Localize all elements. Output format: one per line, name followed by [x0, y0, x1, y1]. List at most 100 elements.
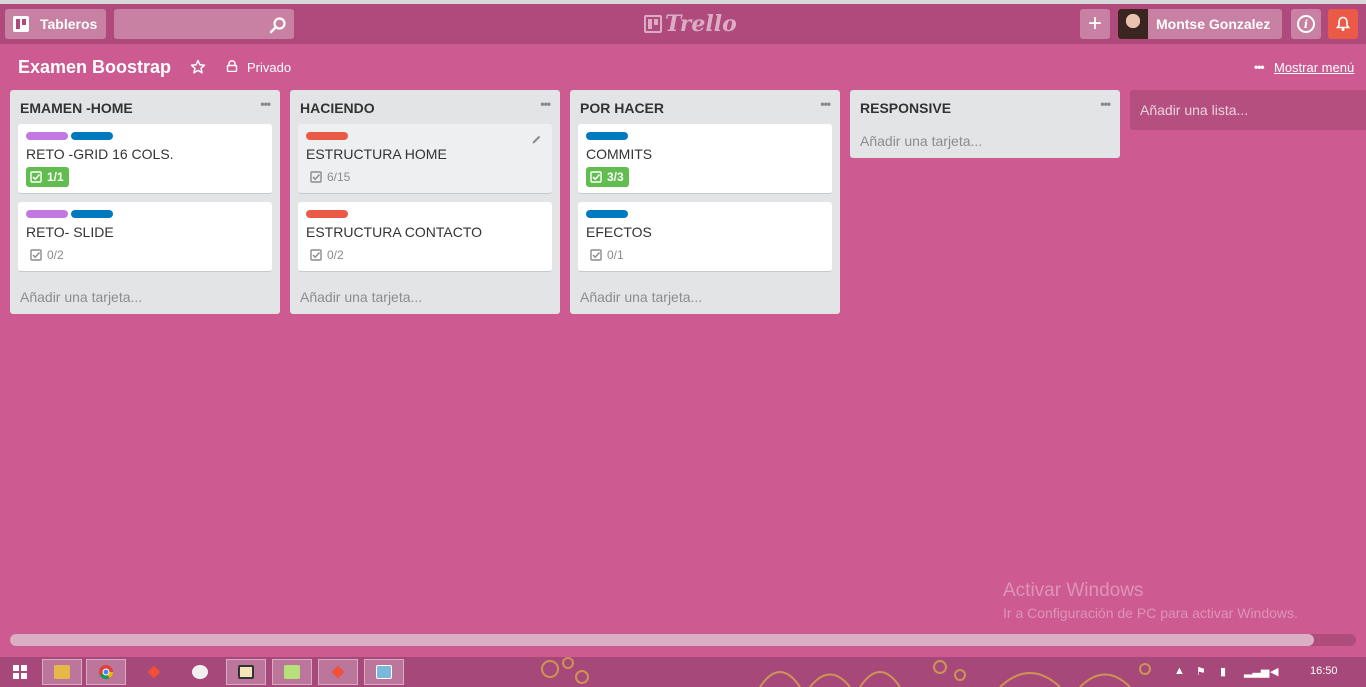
- window-icon: [376, 665, 392, 679]
- activation-watermark-title: Activar Windows: [1003, 580, 1144, 601]
- card-title: COMMITS: [586, 146, 653, 162]
- card-label-red: [306, 210, 348, 218]
- list-title[interactable]: EMAMEN -HOME: [20, 100, 133, 116]
- notes-icon: [284, 665, 300, 679]
- git-icon: [147, 665, 161, 679]
- add-list-button[interactable]: Añadir una lista...: [1130, 90, 1366, 130]
- taskbar-chrome[interactable]: [86, 659, 126, 685]
- boards-button-label: Tableros: [40, 16, 98, 32]
- board-title[interactable]: Examen Boostrap: [18, 57, 171, 78]
- card-label-blue: [586, 210, 628, 218]
- start-button[interactable]: [0, 659, 40, 685]
- folder-icon: [54, 665, 70, 679]
- card-reto-grid[interactable]: RETO -GRID 16 COLS. 1/1: [18, 124, 272, 194]
- card-efectos[interactable]: EFECTOS 0/1: [578, 202, 832, 272]
- terminal-icon: [238, 665, 254, 679]
- list-title[interactable]: HACIENDO: [300, 100, 375, 116]
- show-menu-link[interactable]: Mostrar menú: [1274, 60, 1354, 75]
- card-label-blue: [586, 132, 628, 140]
- chrome-icon: [99, 665, 114, 680]
- tray-arrow-icon[interactable]: ▲: [1174, 665, 1185, 677]
- card-title: EFECTOS: [586, 224, 652, 240]
- checklist-count: 3/3: [607, 170, 624, 184]
- card-labels: [586, 210, 628, 218]
- list-emamen-home[interactable]: EMAMEN -HOME ••• RETO -GRID 16 COLS. 1/1…: [10, 90, 280, 314]
- taskbar-explorer[interactable]: [42, 659, 82, 685]
- windows-icon: [13, 665, 27, 679]
- checklist-icon: [310, 171, 322, 183]
- battery-icon[interactable]: ▮: [1220, 665, 1226, 678]
- flag-icon[interactable]: ⚑: [1196, 665, 1206, 678]
- top-header: Tableros Trello + Montse Gonzalez i: [0, 4, 1366, 44]
- checklist-badge: 3/3: [586, 167, 629, 187]
- checklist-count: 6/15: [327, 170, 351, 184]
- list-responsive[interactable]: RESPONSIVE ••• Añadir una tarjeta...: [850, 90, 1120, 158]
- list-por-hacer[interactable]: POR HACER ••• COMMITS 3/3 EFECTOS 0/1 Añ…: [570, 90, 840, 314]
- git-gui-icon: [331, 665, 345, 679]
- checklist-badge: 6/15: [306, 167, 355, 187]
- lock-icon: [226, 60, 238, 72]
- card-estructura-contacto[interactable]: ESTRUCTURA CONTACTO 0/2: [298, 202, 552, 272]
- boards-icon: [13, 16, 29, 32]
- visibility-button[interactable]: Privado: [247, 60, 291, 75]
- list-menu-icon[interactable]: •••: [1100, 97, 1111, 111]
- checklist-icon: [30, 171, 42, 183]
- list-haciendo[interactable]: HACIENDO ••• ESTRUCTURA HOME 6/15 ESTRUC…: [290, 90, 560, 314]
- notifications-button[interactable]: [1328, 9, 1358, 39]
- search-input[interactable]: [114, 9, 294, 39]
- taskbar-terminal[interactable]: [226, 659, 266, 685]
- star-icon[interactable]: [190, 59, 206, 75]
- taskbar-paint[interactable]: [180, 659, 220, 685]
- card-labels: [306, 132, 348, 140]
- card-label-blue: [71, 210, 113, 218]
- list-menu-icon[interactable]: •••: [820, 97, 831, 111]
- windows-taskbar: [0, 657, 1366, 687]
- list-menu-icon[interactable]: •••: [260, 97, 271, 111]
- user-name: Montse Gonzalez: [1156, 16, 1271, 32]
- bell-icon: [1335, 16, 1351, 31]
- list-title[interactable]: POR HACER: [580, 100, 664, 116]
- card-estructura-home[interactable]: ESTRUCTURA HOME 6/15: [298, 124, 552, 194]
- info-button[interactable]: i: [1291, 9, 1321, 39]
- search-icon[interactable]: [269, 16, 287, 34]
- card-labels: [26, 210, 113, 218]
- taskbar-window[interactable]: [364, 659, 404, 685]
- taskbar-notes[interactable]: [272, 659, 312, 685]
- trello-logo[interactable]: Trello: [644, 11, 737, 37]
- add-card-link[interactable]: Añadir una tarjeta...: [20, 289, 142, 305]
- scrollbar-thumb[interactable]: [10, 634, 1314, 646]
- trello-logo-icon: [644, 15, 662, 33]
- card-commits[interactable]: COMMITS 3/3: [578, 124, 832, 194]
- card-reto-slide[interactable]: RETO- SLIDE 0/2: [18, 202, 272, 272]
- list-menu-icon[interactable]: •••: [540, 97, 551, 111]
- checklist-badge: 0/1: [586, 245, 629, 265]
- card-labels: [306, 210, 348, 218]
- card-labels: [586, 132, 628, 140]
- card-label-blue: [71, 132, 113, 140]
- add-card-link[interactable]: Añadir una tarjeta...: [300, 289, 422, 305]
- taskbar-clock[interactable]: 16:50: [1310, 665, 1338, 677]
- boards-button[interactable]: Tableros: [5, 9, 106, 39]
- checklist-badge: 0/2: [306, 245, 349, 265]
- taskbar-git-gui[interactable]: [318, 659, 358, 685]
- list-title[interactable]: RESPONSIVE: [860, 100, 951, 116]
- checklist-count: 0/2: [327, 248, 344, 262]
- checklist-icon: [30, 249, 42, 261]
- menu-dots-icon[interactable]: •••: [1254, 60, 1265, 74]
- checklist-badge: 0/2: [26, 245, 69, 265]
- card-title: ESTRUCTURA HOME: [306, 146, 447, 162]
- add-card-link[interactable]: Añadir una tarjeta...: [580, 289, 702, 305]
- taskbar-git[interactable]: [134, 659, 174, 685]
- checklist-icon: [310, 249, 322, 261]
- signal-icon[interactable]: ▂▃▅: [1244, 665, 1269, 678]
- checklist-count: 0/1: [607, 248, 624, 262]
- add-button[interactable]: +: [1080, 9, 1110, 39]
- add-card-link[interactable]: Añadir una tarjeta...: [860, 133, 982, 149]
- card-title: ESTRUCTURA CONTACTO: [306, 224, 483, 240]
- user-menu-button[interactable]: Montse Gonzalez: [1118, 9, 1282, 39]
- pencil-icon[interactable]: [531, 134, 542, 145]
- card-label-red: [306, 132, 348, 140]
- volume-icon[interactable]: ◀: [1270, 665, 1278, 678]
- info-icon: i: [1297, 15, 1315, 33]
- card-label-purple: [26, 210, 68, 218]
